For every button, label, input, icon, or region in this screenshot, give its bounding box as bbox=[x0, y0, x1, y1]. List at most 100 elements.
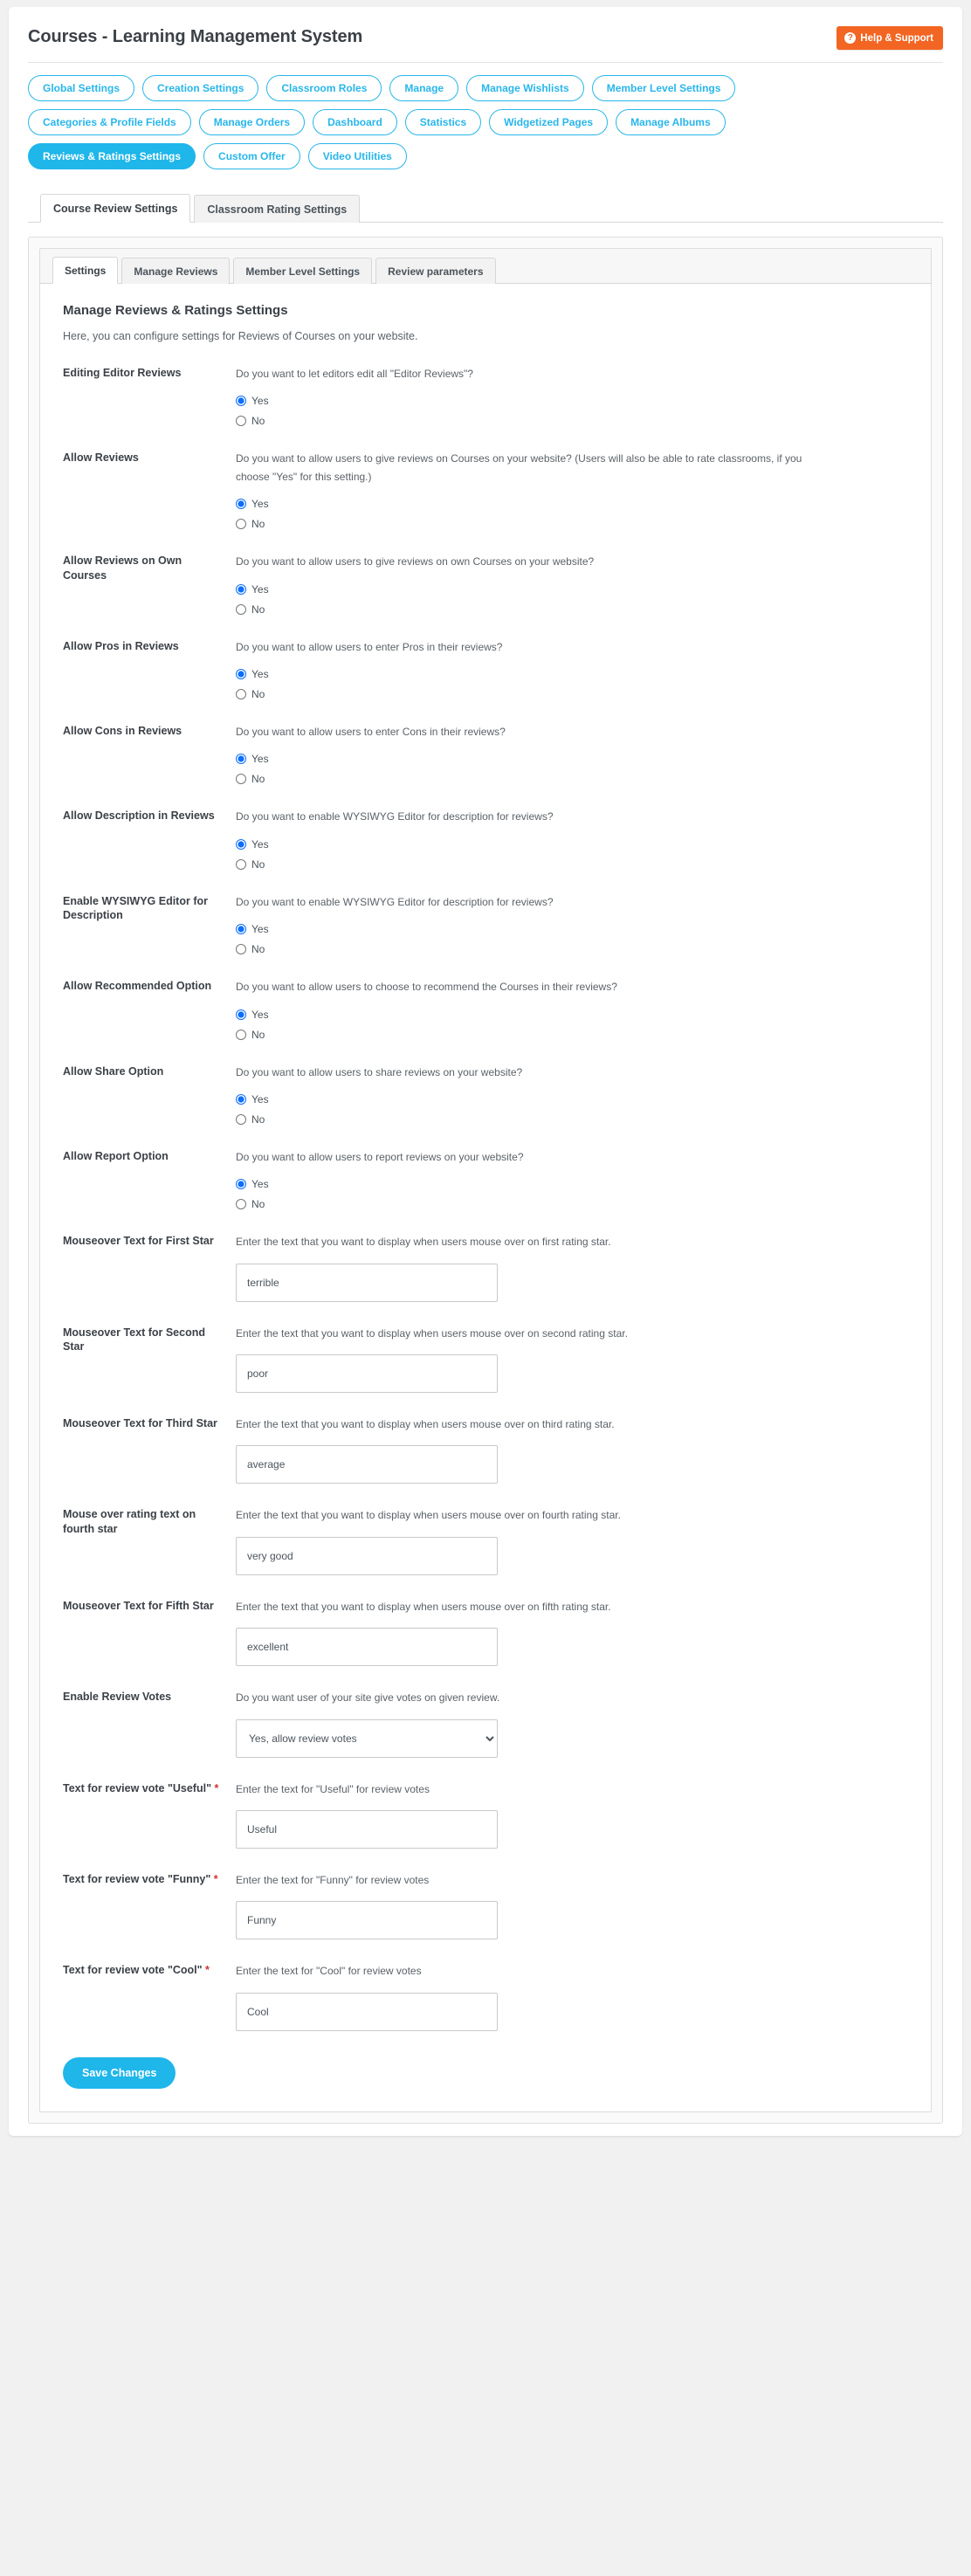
radio-option-no[interactable]: No bbox=[236, 1113, 908, 1126]
setting-label-text: Mouseover Text for Second Star bbox=[63, 1326, 205, 1353]
radio-label-yes[interactable]: Yes bbox=[251, 1093, 269, 1105]
text-input-text-for-review-vote-useful[interactable] bbox=[236, 1810, 498, 1849]
tab-classroom-rating-settings[interactable]: Classroom Rating Settings bbox=[194, 195, 361, 223]
radio-option-no[interactable]: No bbox=[236, 603, 908, 616]
setting-row: Allow Reviews Do you want to allow users … bbox=[63, 450, 908, 530]
radio-label-no[interactable]: No bbox=[251, 943, 265, 955]
radio-label-yes[interactable]: Yes bbox=[251, 923, 269, 935]
radio-option-yes[interactable]: Yes bbox=[236, 395, 908, 407]
radio-input-yes[interactable] bbox=[236, 1179, 246, 1190]
radio-input-yes[interactable] bbox=[236, 924, 246, 935]
nav-pill-manage-albums[interactable]: Manage Albums bbox=[616, 109, 726, 135]
help-and-support-button[interactable]: ? Help & Support bbox=[837, 26, 943, 50]
subtab-settings[interactable]: Settings bbox=[52, 257, 119, 284]
radio-input-no[interactable] bbox=[236, 774, 246, 785]
save-changes-button[interactable]: Save Changes bbox=[63, 2056, 176, 2089]
text-input-text-for-review-vote-cool[interactable] bbox=[236, 1992, 498, 2031]
radio-label-yes[interactable]: Yes bbox=[251, 583, 269, 596]
radio-label-yes[interactable]: Yes bbox=[251, 753, 269, 765]
radio-option-yes[interactable]: Yes bbox=[236, 1178, 908, 1190]
nav-pill-statistics[interactable]: Statistics bbox=[404, 109, 482, 135]
radio-input-no[interactable] bbox=[236, 1029, 246, 1040]
nav-pill-global-settings[interactable]: Global Settings bbox=[28, 75, 135, 101]
radio-input-no[interactable] bbox=[236, 519, 246, 530]
radio-option-no[interactable]: No bbox=[236, 943, 908, 955]
radio-input-no[interactable] bbox=[236, 688, 246, 699]
radio-label-yes[interactable]: Yes bbox=[251, 498, 269, 510]
nav-pill-dashboard[interactable]: Dashboard bbox=[313, 109, 397, 135]
radio-input-yes[interactable] bbox=[236, 583, 246, 595]
radio-option-no[interactable]: No bbox=[236, 518, 908, 530]
nav-pill-video-utilities[interactable]: Video Utilities bbox=[307, 143, 407, 169]
radio-label-no[interactable]: No bbox=[251, 415, 265, 427]
radio-label-no[interactable]: No bbox=[251, 1113, 265, 1126]
radio-label-yes[interactable]: Yes bbox=[251, 395, 269, 407]
radio-label-no[interactable]: No bbox=[251, 773, 265, 785]
radio-input-no[interactable] bbox=[236, 603, 246, 615]
radio-option-yes[interactable]: Yes bbox=[236, 838, 908, 851]
radio-option-no[interactable]: No bbox=[236, 1198, 908, 1210]
text-input-mouseover-text-for-second-star[interactable] bbox=[236, 1354, 498, 1394]
setting-control: Do you want to allow users to enter Cons… bbox=[236, 723, 908, 785]
text-input-mouseover-text-for-first-star[interactable] bbox=[236, 1263, 498, 1302]
radio-option-yes[interactable]: Yes bbox=[236, 498, 908, 510]
radio-input-yes[interactable] bbox=[236, 396, 246, 407]
setting-help-text: Enter the text for "Funny" for review vo… bbox=[236, 1874, 430, 1887]
setting-label-allow-recommended-option: Allow Recommended Option bbox=[63, 978, 236, 994]
subtab-member-level-settings[interactable]: Member Level Settings bbox=[233, 258, 373, 284]
nav-pill-manage[interactable]: Manage bbox=[389, 75, 459, 101]
radio-label-no[interactable]: No bbox=[251, 603, 265, 616]
radio-input-no[interactable] bbox=[236, 944, 246, 955]
radio-option-no[interactable]: No bbox=[236, 773, 908, 785]
radio-label-yes[interactable]: Yes bbox=[251, 838, 269, 851]
nav-pill-widgetized-pages[interactable]: Widgetized Pages bbox=[489, 109, 609, 135]
radio-input-yes[interactable] bbox=[236, 668, 246, 679]
radio-option-no[interactable]: No bbox=[236, 1029, 908, 1041]
radio-input-yes[interactable] bbox=[236, 1093, 246, 1105]
radio-label-no[interactable]: No bbox=[251, 858, 265, 871]
nav-pill-reviews-ratings-settings[interactable]: Reviews & Ratings Settings bbox=[28, 143, 196, 169]
radio-option-yes[interactable]: Yes bbox=[236, 583, 908, 596]
question-circle-icon: ? bbox=[844, 32, 857, 44]
text-input-mouseover-text-for-third-star[interactable] bbox=[236, 1445, 498, 1484]
radio-option-no[interactable]: No bbox=[236, 415, 908, 427]
setting-label-text: Allow Reviews on Own Courses bbox=[63, 554, 182, 582]
tab-course-review-settings[interactable]: Course Review Settings bbox=[40, 194, 191, 223]
nav-pill-categories-profile-fields[interactable]: Categories & Profile Fields bbox=[28, 109, 191, 135]
subtab-review-parameters[interactable]: Review parameters bbox=[375, 258, 496, 284]
nav-pill-classroom-roles[interactable]: Classroom Roles bbox=[266, 75, 382, 101]
radio-input-yes[interactable] bbox=[236, 754, 246, 765]
nav-pill-manage-orders[interactable]: Manage Orders bbox=[198, 109, 306, 135]
radio-option-no[interactable]: No bbox=[236, 858, 908, 871]
nav-pill-creation-settings[interactable]: Creation Settings bbox=[142, 75, 259, 101]
radio-label-yes[interactable]: Yes bbox=[251, 668, 269, 680]
radio-input-no[interactable] bbox=[236, 1113, 246, 1125]
radio-option-no[interactable]: No bbox=[236, 688, 908, 700]
nav-pill-manage-wishlists[interactable]: Manage Wishlists bbox=[466, 75, 584, 101]
nav-pill-member-level-settings[interactable]: Member Level Settings bbox=[591, 75, 736, 101]
radio-option-yes[interactable]: Yes bbox=[236, 1093, 908, 1105]
subtab-manage-reviews[interactable]: Manage Reviews bbox=[121, 258, 231, 284]
radio-input-no[interactable] bbox=[236, 1199, 246, 1210]
radio-label-no[interactable]: No bbox=[251, 1029, 265, 1041]
text-input-mouse-over-rating-text-on-fourth-star[interactable] bbox=[236, 1536, 498, 1575]
radio-input-no[interactable] bbox=[236, 858, 246, 870]
radio-input-no[interactable] bbox=[236, 416, 246, 427]
radio-input-yes[interactable] bbox=[236, 1009, 246, 1020]
radio-label-yes[interactable]: Yes bbox=[251, 1009, 269, 1021]
radio-option-yes[interactable]: Yes bbox=[236, 923, 908, 935]
radio-input-yes[interactable] bbox=[236, 838, 246, 850]
radio-option-yes[interactable]: Yes bbox=[236, 1009, 908, 1021]
radio-label-no[interactable]: No bbox=[251, 518, 265, 530]
radio-label-no[interactable]: No bbox=[251, 1198, 265, 1210]
nav-pill-custom-offer[interactable]: Custom Offer bbox=[203, 143, 300, 169]
radio-label-no[interactable]: No bbox=[251, 688, 265, 700]
radio-input-yes[interactable] bbox=[236, 499, 246, 510]
radio-label-yes[interactable]: Yes bbox=[251, 1178, 269, 1190]
select-enable-review-votes[interactable]: Yes, allow review votes bbox=[236, 1718, 498, 1758]
radio-option-yes[interactable]: Yes bbox=[236, 668, 908, 680]
text-input-text-for-review-vote-funny[interactable] bbox=[236, 1901, 498, 1940]
text-input-mouseover-text-for-fifth-star[interactable] bbox=[236, 1628, 498, 1667]
radio-option-yes[interactable]: Yes bbox=[236, 753, 908, 765]
setting-label-text: Enable WYSIWYG Editor for Description bbox=[63, 894, 208, 922]
